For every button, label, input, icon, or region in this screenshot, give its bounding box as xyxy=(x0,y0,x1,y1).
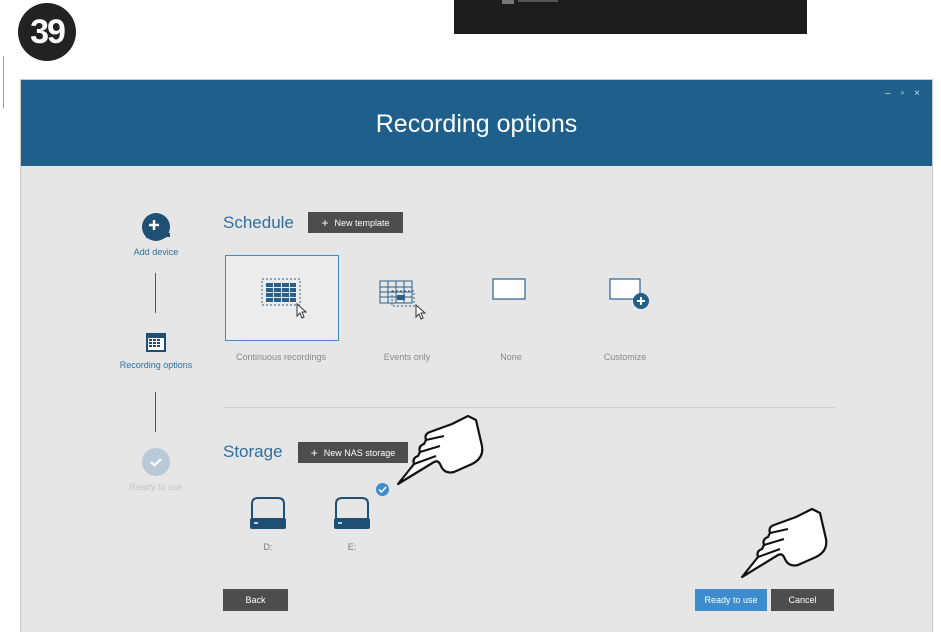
pointing-hand-icon xyxy=(396,414,484,486)
continuous-grid-icon xyxy=(261,278,308,319)
check-icon xyxy=(142,448,170,476)
stepper-add-device[interactable]: Add device xyxy=(106,213,206,257)
empty-box-icon xyxy=(492,278,526,300)
step-number-badge: 39 xyxy=(18,3,76,61)
events-grid-icon xyxy=(379,280,427,320)
selected-check-icon xyxy=(376,483,389,496)
stepper-label: Ready to use xyxy=(129,482,183,492)
background-dark-panel xyxy=(454,0,807,34)
close-button[interactable]: × xyxy=(914,88,920,99)
schedule-option-events[interactable] xyxy=(358,255,470,339)
panel-text-line xyxy=(518,0,558,2)
schedule-heading: Schedule xyxy=(223,213,294,232)
schedule-option-continuous[interactable] xyxy=(225,255,339,341)
customize-add-icon xyxy=(609,278,649,309)
stepper-connector xyxy=(155,392,156,432)
new-nas-storage-button[interactable]: + New NAS storage xyxy=(298,442,408,463)
cancel-button[interactable]: Cancel xyxy=(771,589,834,611)
drive-label: D: xyxy=(263,542,273,552)
add-device-icon xyxy=(142,213,170,241)
hard-drive-icon xyxy=(334,497,370,529)
storage-heading: Storage xyxy=(223,442,283,461)
stepper-label: Recording options xyxy=(119,360,193,370)
section-divider xyxy=(223,407,835,408)
hard-drive-icon xyxy=(250,497,286,529)
plus-icon: + xyxy=(321,215,329,230)
page-edge-mark xyxy=(0,56,4,108)
ready-to-use-button[interactable]: Ready to use xyxy=(695,589,767,611)
stepper-connector xyxy=(155,273,156,313)
schedule-option-customize[interactable] xyxy=(599,255,711,339)
drive-e[interactable] xyxy=(333,496,371,532)
panel-checkbox xyxy=(502,0,514,4)
stepper-ready-to-use[interactable]: Ready to use xyxy=(106,448,206,492)
plus-icon: + xyxy=(310,445,318,460)
window-title: Recording options xyxy=(375,110,578,138)
maximize-button[interactable]: ▫ xyxy=(901,88,905,99)
new-template-button[interactable]: + New template xyxy=(308,212,403,233)
schedule-option-none[interactable] xyxy=(474,255,586,339)
drive-label: E: xyxy=(347,542,357,552)
calendar-icon xyxy=(145,330,167,354)
new-template-label: New template xyxy=(334,217,390,228)
stepper-recording-options[interactable]: Recording options xyxy=(106,330,206,370)
drive-d[interactable] xyxy=(249,496,287,532)
back-button[interactable]: Back xyxy=(223,589,288,611)
window-title-bar: Recording options – ▫ × xyxy=(21,80,932,166)
minimize-button[interactable]: – xyxy=(885,88,891,99)
customize-label: Customize xyxy=(603,352,647,362)
new-nas-storage-label: New NAS storage xyxy=(323,447,396,458)
continuous-label: Continuous recordings xyxy=(235,352,327,362)
stepper-label: Add device xyxy=(133,247,179,257)
pointing-hand-icon xyxy=(740,507,828,579)
window-controls: – ▫ × xyxy=(885,88,920,99)
